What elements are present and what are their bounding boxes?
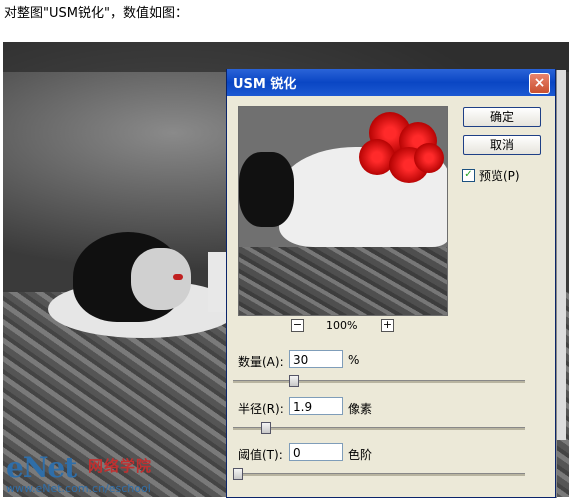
- dialog-title: USM 锐化: [233, 77, 297, 92]
- radius-unit: 像素: [348, 402, 373, 416]
- threshold-unit: 色阶: [348, 448, 373, 462]
- woman-lips: [173, 274, 183, 280]
- radius-input[interactable]: 1.9: [289, 397, 343, 415]
- preview-image[interactable]: [238, 106, 448, 316]
- amount-label: 数量(A):: [238, 355, 284, 369]
- threshold-slider[interactable]: [233, 468, 525, 480]
- threshold-label: 阈值(T):: [238, 448, 283, 462]
- usm-sharpen-dialog: USM 锐化 × − 100% + 确定 取消 ✓ 预览(P) 数量(A): 3…: [226, 69, 556, 498]
- amount-slider[interactable]: [233, 375, 525, 387]
- caption-text: 对整图"USM锐化"，数值如图：: [4, 6, 188, 21]
- radius-label: 半径(R):: [238, 402, 284, 416]
- enet-logo: eNet: [6, 451, 77, 484]
- amount-slider-thumb[interactable]: [289, 375, 300, 387]
- zoom-level: 100%: [326, 319, 358, 332]
- radius-slider-thumb[interactable]: [261, 422, 272, 434]
- preview-checkbox-row[interactable]: ✓ 预览(P): [462, 167, 520, 184]
- radius-slider[interactable]: [233, 422, 525, 434]
- amount-input[interactable]: 30: [289, 350, 343, 368]
- zoom-control: − 100% +: [238, 319, 446, 335]
- watermark-chinese: 网络学院: [88, 457, 153, 475]
- close-icon[interactable]: ×: [529, 73, 550, 94]
- threshold-slider-thumb[interactable]: [233, 468, 243, 480]
- dialog-titlebar[interactable]: USM 锐化: [227, 69, 555, 96]
- cancel-button[interactable]: 取消: [463, 135, 541, 155]
- zoom-out-button[interactable]: −: [291, 319, 304, 332]
- preview-checkbox[interactable]: ✓: [462, 169, 475, 182]
- preview-label: 预览(P): [479, 169, 520, 183]
- watermark-url: www.eNet.com.cn/eschool: [6, 482, 151, 495]
- ok-button[interactable]: 确定: [463, 107, 541, 127]
- rose: [414, 143, 444, 173]
- amount-unit: %: [348, 353, 360, 367]
- threshold-input[interactable]: 0: [289, 443, 343, 461]
- zoom-in-button[interactable]: +: [381, 319, 394, 332]
